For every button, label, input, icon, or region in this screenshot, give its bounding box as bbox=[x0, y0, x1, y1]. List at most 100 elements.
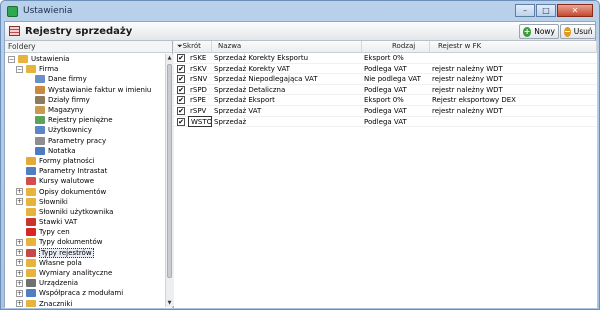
active-checkbox[interactable]: ✔ bbox=[177, 106, 185, 115]
register-icon bbox=[26, 248, 36, 257]
expand-icon[interactable]: + bbox=[16, 238, 23, 246]
tree-item-label: Dane firmy bbox=[48, 75, 87, 84]
tree-item-label: Opisy dokumentów bbox=[39, 187, 107, 196]
tree-item[interactable]: + Opisy dokumentów bbox=[5, 186, 165, 196]
expand-icon[interactable]: + bbox=[16, 300, 23, 307]
cell-code: WSTO bbox=[188, 115, 212, 127]
tree-item-label: Parametry Intrastat bbox=[39, 167, 108, 176]
table-row[interactable]: ✔ rSPV Sprzedaż VAT Podlega VAT rejestr nale… bbox=[174, 106, 597, 117]
table-row[interactable]: ✔ rSNV Sprzedaż Niepodlegająca VAT Nie podl… bbox=[174, 74, 597, 85]
table-row[interactable]: ✔ WSTO Sprzedaż Podlega VAT bbox=[174, 115, 597, 128]
scroll-up-arrow-icon[interactable]: ▲ bbox=[166, 54, 173, 62]
maximize-button[interactable]: □ bbox=[536, 4, 556, 17]
column-header-code[interactable]: ⏷Skrót bbox=[174, 41, 212, 53]
tree-item-label: Formy płatności bbox=[39, 156, 95, 165]
scroll-down-arrow-icon[interactable]: ▼ bbox=[166, 299, 173, 307]
column-header-name[interactable]: Nazwa bbox=[212, 41, 362, 53]
table-row[interactable]: ✔ rSPD Sprzedaż Detaliczna Podlega VAT rejes… bbox=[174, 85, 597, 96]
tree-item[interactable]: + Współpraca z modułami bbox=[5, 288, 165, 298]
active-checkbox[interactable]: ✔ bbox=[177, 117, 185, 126]
app-icon bbox=[7, 5, 18, 17]
active-checkbox[interactable]: ✔ bbox=[177, 96, 185, 105]
folder-icon bbox=[26, 187, 36, 196]
expand-icon[interactable]: + bbox=[16, 289, 23, 297]
cell-type: Nie podlega VAT bbox=[364, 75, 421, 84]
application-window: Ustawienia – □ ✕ Rejestry sprzedaży + No… bbox=[0, 0, 600, 310]
tree-item[interactable]: + Własne pola bbox=[5, 258, 165, 268]
expand-icon[interactable]: + bbox=[16, 279, 23, 287]
column-header-type[interactable]: Rodzaj bbox=[362, 41, 430, 53]
payment-icon bbox=[26, 156, 36, 165]
tree-item[interactable]: Dane firmy bbox=[5, 74, 165, 84]
tree-item[interactable]: + Typy rejestrów bbox=[5, 247, 165, 258]
table-row[interactable]: ✔ rSKE Sprzedaż Korekty Eksportu Eksport 0% bbox=[174, 53, 597, 64]
tree-item[interactable]: + Wymiary analityczne bbox=[5, 268, 165, 278]
cell-name: Sprzedaż VAT bbox=[214, 106, 262, 115]
tree-item[interactable]: Rejestry pieniężne bbox=[5, 115, 165, 125]
building-icon bbox=[35, 95, 45, 104]
collapse-icon[interactable]: − bbox=[16, 65, 23, 73]
minimize-button[interactable]: – bbox=[515, 4, 535, 17]
table-row[interactable]: ✔ rSPE Sprzedaż Eksport Eksport 0% Rejestr e… bbox=[174, 95, 597, 106]
tree-scrollbar[interactable]: ▲ ▼ bbox=[165, 54, 173, 307]
printer-icon bbox=[26, 279, 36, 288]
delete-button[interactable]: − Usuń bbox=[560, 24, 596, 39]
collapse-icon[interactable]: − bbox=[8, 55, 15, 63]
folder-panel-header: Foldery bbox=[5, 41, 172, 53]
tree-item[interactable]: Kursy walutowe bbox=[5, 176, 165, 186]
tree-item[interactable]: Typy cen bbox=[5, 227, 165, 237]
folder-icon bbox=[26, 207, 36, 216]
active-checkbox[interactable]: ✔ bbox=[177, 85, 185, 94]
tree-item[interactable]: Magazyny bbox=[5, 105, 165, 115]
tree-item-label: Stawki VAT bbox=[39, 218, 78, 227]
minus-icon: − bbox=[564, 26, 571, 37]
tree-item[interactable]: Słowniki użytkownika bbox=[5, 207, 165, 217]
tree-item[interactable]: Parametry Intrastat bbox=[5, 166, 165, 176]
tree-item[interactable]: + Urządzenia bbox=[5, 278, 165, 288]
tree-item-label: Firma bbox=[39, 65, 59, 74]
tree-item[interactable]: Notatka bbox=[5, 146, 165, 156]
table-row[interactable]: ✔ rSKV Sprzedaż Korekty VAT Podlega VAT reje… bbox=[174, 64, 597, 75]
tree-item-label: Ustawienia bbox=[31, 55, 70, 64]
tree-item[interactable]: Formy płatności bbox=[5, 156, 165, 166]
tree-item-label: Notatka bbox=[48, 146, 76, 155]
cell-code: rSKE bbox=[190, 54, 207, 62]
tree-item[interactable]: + Typy dokumentów bbox=[5, 237, 165, 247]
plus-icon: + bbox=[523, 26, 532, 37]
modules-icon bbox=[26, 289, 36, 298]
folder-icon bbox=[26, 197, 36, 206]
expand-icon[interactable]: + bbox=[16, 269, 23, 277]
tree-item[interactable]: Użytkownicy bbox=[5, 125, 165, 135]
tree-item-label: Współpraca z modułami bbox=[39, 289, 124, 298]
tree-item-label: Typy rejestrów bbox=[39, 247, 94, 258]
cell-code: rSNV bbox=[190, 75, 208, 84]
tree-item[interactable]: Działy firmy bbox=[5, 95, 165, 105]
tree-item[interactable]: + Znaczniki bbox=[5, 299, 165, 307]
column-header-fk[interactable]: Rejestr w FK bbox=[430, 41, 597, 53]
tree-item[interactable]: + Słowniki bbox=[5, 197, 165, 207]
active-checkbox[interactable]: ✔ bbox=[177, 64, 185, 73]
cell-fk: rejestr należny WDT bbox=[432, 64, 503, 73]
active-checkbox[interactable]: ✔ bbox=[177, 54, 185, 62]
tree-item[interactable]: Stawki VAT bbox=[5, 217, 165, 227]
checkmark-icon bbox=[26, 167, 36, 176]
folder-icon bbox=[26, 238, 36, 247]
tree-item[interactable]: − Firma bbox=[5, 64, 165, 74]
new-button[interactable]: + Nowy bbox=[519, 24, 559, 39]
folder-tree[interactable]: − Ustawienia − Firma Dane firmy Wystawianie f… bbox=[5, 54, 165, 307]
expand-icon[interactable]: + bbox=[16, 198, 23, 206]
active-checkbox[interactable]: ✔ bbox=[177, 75, 185, 84]
expand-icon[interactable]: + bbox=[16, 259, 23, 267]
tree-item[interactable]: Parametry pracy bbox=[5, 136, 165, 146]
title-bar[interactable]: Ustawienia – □ ✕ bbox=[1, 1, 599, 21]
tree-item[interactable]: − Ustawienia bbox=[5, 54, 165, 64]
cell-type: Podlega VAT bbox=[364, 85, 407, 94]
delete-button-label: Usuń bbox=[573, 27, 593, 36]
expand-icon[interactable]: + bbox=[16, 249, 23, 257]
scrollbar-thumb[interactable] bbox=[167, 64, 172, 278]
expand-icon[interactable]: + bbox=[16, 188, 23, 196]
close-button[interactable]: ✕ bbox=[557, 4, 593, 17]
parameters-icon bbox=[35, 136, 45, 145]
cell-fk: Rejestr eksportowy DEX bbox=[432, 96, 516, 105]
tree-item[interactable]: Wystawianie faktur w imieniu bbox=[5, 85, 165, 95]
